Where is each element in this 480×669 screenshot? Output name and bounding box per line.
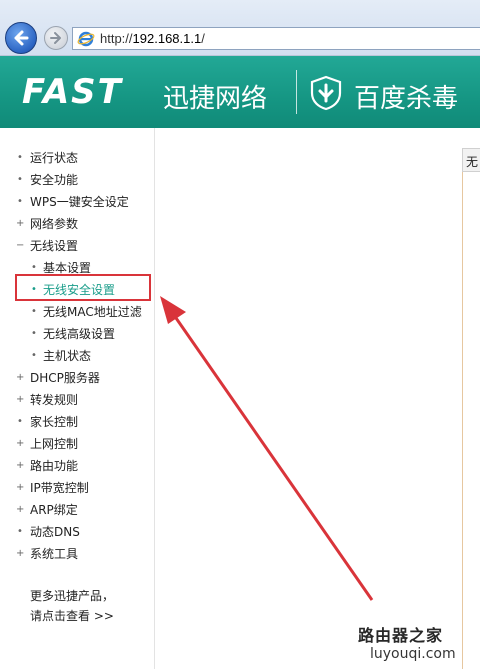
content-panel [462,148,480,669]
sidebar-item-label: 路由功能 [30,458,79,473]
forward-arrow-icon [50,32,61,44]
sidebar-item[interactable]: − 无线设置 [0,234,155,256]
brand-tagline: 迅捷网络 [163,84,268,114]
sidebar-menu: • 运行状态 • 安全功能 • WPS一键安全设定 + 网络参数 − 无线设置 • 基本设置 • 无线安全… [0,128,155,669]
collapse-icon: − [16,239,25,251]
more-products-line2: 请点击查看 >> [30,609,114,623]
expand-icon: + [16,393,25,405]
sidebar-item[interactable]: • 无线高级设置 [0,322,155,344]
sidebar-item-label: DHCP服务器 [30,370,100,385]
sidebar-item[interactable]: + 转发规则 [0,388,155,410]
sidebar-item-label: IP带宽控制 [30,480,89,495]
sidebar-item[interactable]: • WPS一键安全设定 [0,190,155,212]
sidebar-item[interactable]: • 动态DNS [0,520,155,542]
sidebar-item[interactable]: • 家长控制 [0,410,155,432]
sidebar-item-label: 家长控制 [30,414,79,429]
expand-icon: + [16,459,25,471]
router-header: FAST 迅捷网络 百度杀毒 [0,56,480,128]
partner-text[interactable]: 百度杀毒 [354,78,458,115]
brand-logo: FAST [22,72,123,112]
address-bar[interactable]: http://192.168.1.1/ [72,27,480,50]
highlight-box [15,274,151,301]
expand-icon: + [16,547,25,559]
sidebar-item-label: 网络参数 [30,216,79,231]
more-products-link[interactable]: 更多迅捷产品， 请点击查看 >> [30,586,114,626]
expand-icon: + [16,437,25,449]
sidebar-item-label: 转发规则 [30,392,79,407]
sidebar-item-label: 主机状态 [43,348,92,363]
sidebar-item[interactable]: • 主机状态 [0,344,155,366]
sidebar-item-label: WPS一键安全设定 [30,194,129,209]
back-arrow-icon [14,30,29,46]
url-text: http://192.168.1.1/ [100,31,205,46]
more-products-line1: 更多迅捷产品， [30,589,115,603]
sidebar-item-label: 无线设置 [30,238,79,253]
sidebar-item-label: ARP绑定 [30,502,78,517]
bullet-icon: • [17,415,23,427]
expand-icon: + [16,481,25,493]
bullet-icon: • [31,349,37,361]
back-button[interactable] [5,22,37,54]
sidebar-item-label: 系统工具 [30,546,79,561]
expand-icon: + [16,217,25,229]
expand-icon: + [16,371,25,383]
content-tab: 无 [462,148,480,172]
shield-icon [310,75,342,111]
bullet-icon: • [31,261,37,273]
sidebar-item[interactable]: + 路由功能 [0,454,155,476]
sidebar-item[interactable]: + ARP绑定 [0,498,155,520]
ie-icon [77,31,95,46]
menu-list: • 运行状态 • 安全功能 • WPS一键安全设定 + 网络参数 − 无线设置 • 基本设置 • 无线安全… [0,146,155,564]
sidebar-item-label: 上网控制 [30,436,79,451]
header-divider [296,70,297,114]
sidebar-item[interactable]: • 无线MAC地址过滤 [0,300,155,322]
bullet-icon: • [31,327,37,339]
sidebar-item-label: 运行状态 [30,150,79,165]
bullet-icon: • [17,195,23,207]
sidebar-item-label: 动态DNS [30,524,80,539]
sidebar-item[interactable]: + 系统工具 [0,542,155,564]
sidebar-item[interactable]: + IP带宽控制 [0,476,155,498]
sidebar-item-label: 基本设置 [43,260,92,275]
bullet-icon: • [17,151,23,163]
sidebar-item-label: 无线MAC地址过滤 [43,304,142,319]
bullet-icon: • [17,173,23,185]
sidebar-item-label: 安全功能 [30,172,79,187]
sidebar-item[interactable]: • 运行状态 [0,146,155,168]
browser-toolbar: http://192.168.1.1/ [0,0,480,56]
sidebar-item[interactable]: + 网络参数 [0,212,155,234]
sidebar-item[interactable]: + DHCP服务器 [0,366,155,388]
watermark-logo: 路由器之家 [358,626,444,645]
sidebar-item-label: 无线高级设置 [43,326,116,341]
bullet-icon: • [31,305,37,317]
watermark-url: luyouqi.com [370,646,456,662]
sidebar-item[interactable]: • 安全功能 [0,168,155,190]
forward-button[interactable] [44,26,68,50]
sidebar-item[interactable]: + 上网控制 [0,432,155,454]
expand-icon: + [16,503,25,515]
bullet-icon: • [17,525,23,537]
